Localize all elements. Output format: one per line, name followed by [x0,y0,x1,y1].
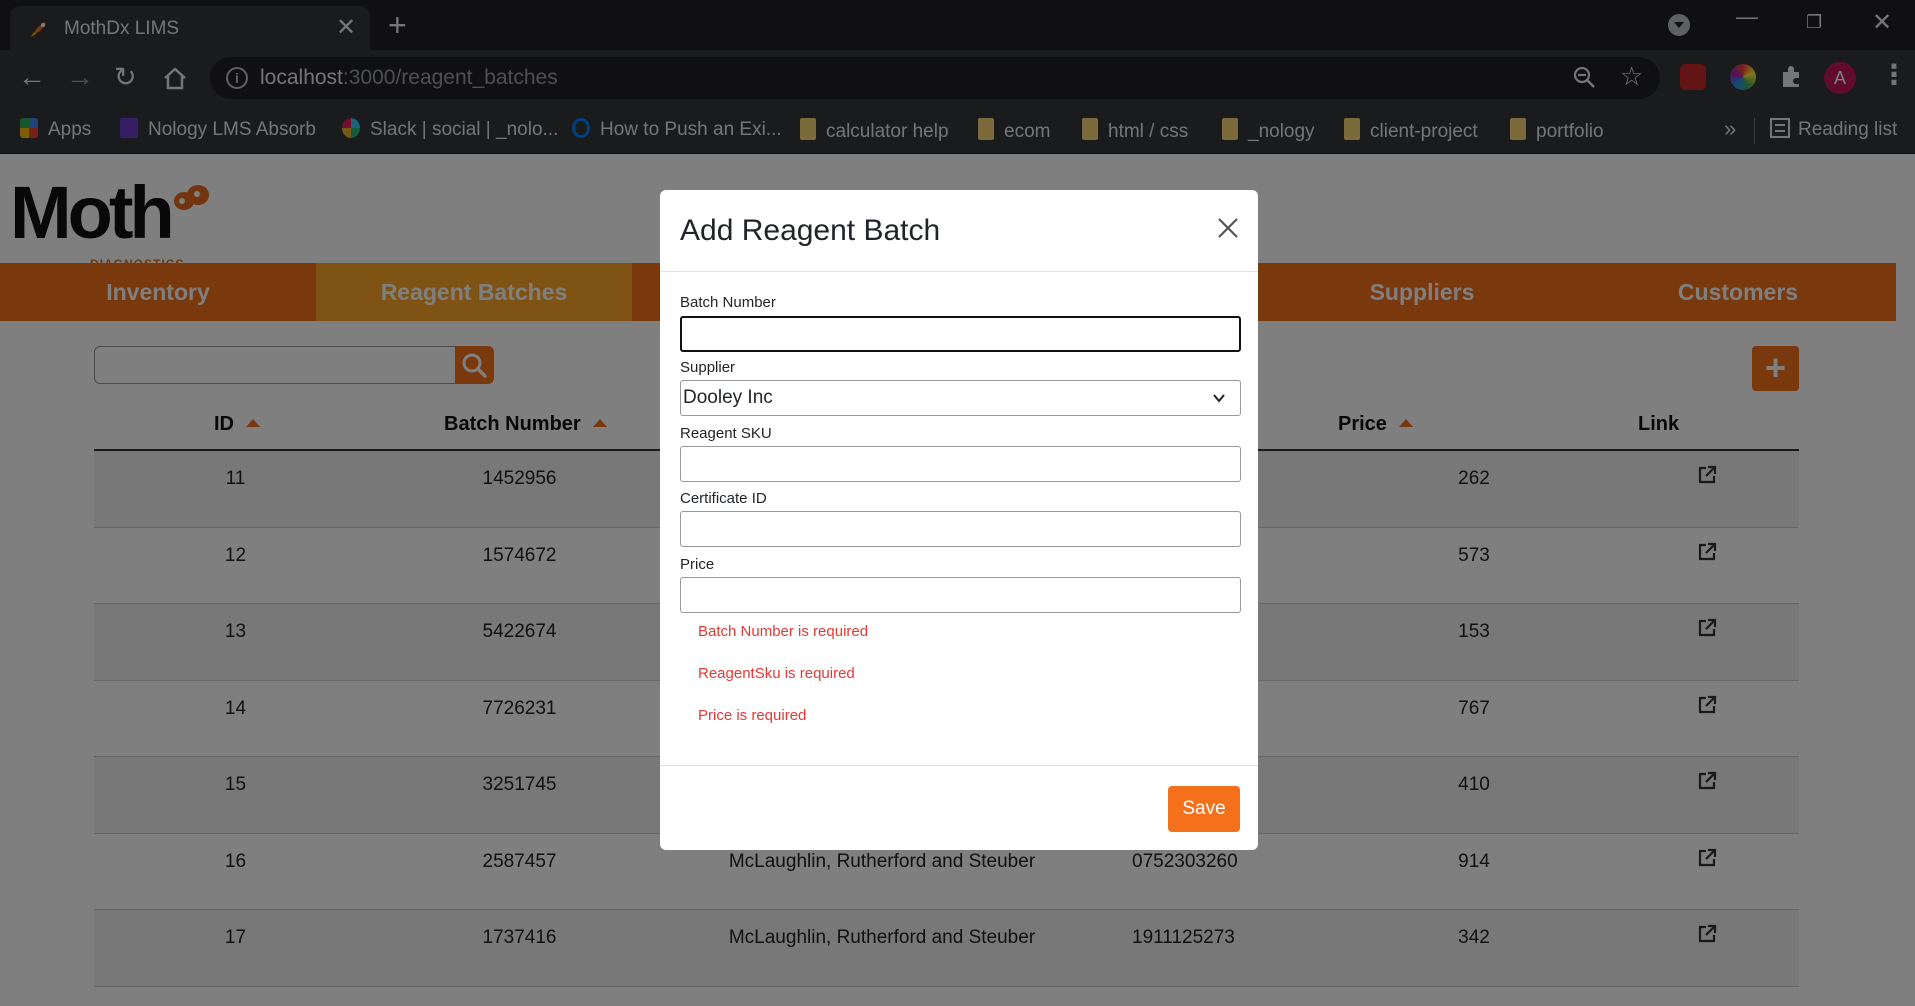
certificate-id-input[interactable] [680,511,1241,547]
price-label: Price [680,556,715,573]
batch-number-input[interactable] [680,316,1241,352]
price-error: Price is required [698,707,807,724]
modal-header: Add Reagent Batch [660,190,1258,272]
modal-title: Add Reagent Batch [680,214,941,247]
supplier-select[interactable]: Dooley Inc [680,380,1241,416]
close-icon[interactable] [1212,212,1244,244]
reagent-sku-error: ReagentSku is required [698,665,855,682]
supplier-label: Supplier [680,359,736,376]
save-button[interactable]: Save [1168,786,1240,832]
add-reagent-batch-modal: Add Reagent Batch Batch Number Supplier … [660,190,1258,850]
reagent-sku-input[interactable] [680,446,1241,482]
supplier-selected-value: Dooley Inc [683,387,773,408]
certificate-id-label: Certificate ID [680,490,767,507]
batch-number-label: Batch Number [680,294,776,311]
batch-number-error: Batch Number is required [698,623,869,640]
chevron-down-icon [1213,394,1225,403]
price-input[interactable] [680,577,1241,613]
modal-footer-divider [660,765,1258,766]
reagent-sku-label: Reagent SKU [680,425,772,442]
